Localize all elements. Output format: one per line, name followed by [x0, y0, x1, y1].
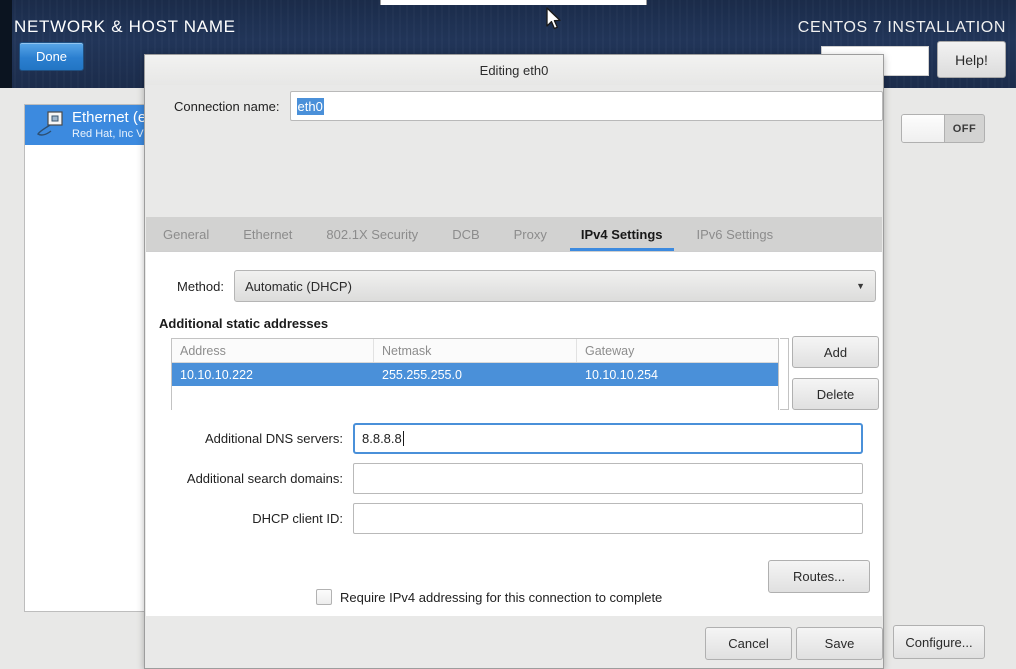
edit-connection-dialog: Editing eth0 Connection name: eth0 Gener… [144, 54, 884, 669]
tab-ipv6-settings[interactable]: IPv6 Settings [680, 217, 791, 251]
routes-button-label: Routes... [792, 569, 846, 584]
help-button-label: Help! [955, 51, 988, 68]
column-header-gateway: Gateway [585, 343, 635, 358]
chevron-down-icon: ▼ [856, 281, 865, 291]
dialog-footer: Cancel Save [145, 616, 883, 668]
connection-name-value: eth0 [296, 97, 324, 115]
tab-general[interactable]: General [146, 217, 226, 251]
cancel-button-label: Cancel [728, 636, 769, 651]
require-ipv4-checkbox-row[interactable]: Require IPv4 addressing for this connect… [316, 589, 662, 605]
dhcp-client-id-input[interactable] [353, 502, 863, 534]
column-header-netmask: Netmask [374, 339, 577, 362]
dialog-title: Editing eth0 [145, 55, 883, 85]
dns-servers-input[interactable]: 8.8.8.8 [353, 422, 863, 454]
tab-proxy-label: Proxy [513, 226, 547, 242]
delete-address-button[interactable]: Delete [792, 378, 879, 410]
search-domains-row: Additional search domains: [146, 462, 882, 494]
add-address-label: Add [823, 344, 848, 360]
dns-servers-row: Additional DNS servers: 8.8.8.8 [146, 422, 882, 454]
dns-servers-label: Additional DNS servers: [205, 430, 343, 446]
cell-gateway: 10.10.10.254 [585, 367, 658, 382]
banner-left-edge [0, 0, 12, 88]
tab-proxy[interactable]: Proxy [497, 217, 564, 251]
table-row[interactable]: 10.10.10.222 255.255.255.0 10.10.10.254 [172, 363, 778, 386]
configure-button[interactable]: Configure... [893, 625, 985, 659]
table-header-row: Address Netmask Gateway [172, 339, 778, 363]
tab-general-label: General [163, 226, 210, 242]
ipv4-settings-panel: Method: Automatic (DHCP) ▼ Additional st… [146, 251, 882, 619]
tab-dcb[interactable]: DCB [435, 217, 496, 251]
delete-address-label: Delete [816, 386, 855, 402]
dns-servers-value: 8.8.8.8 [362, 430, 402, 446]
tab-8021x-security-label: 802.1X Security [326, 226, 419, 242]
tab-ipv6-settings-label: IPv6 Settings [696, 226, 774, 242]
save-button[interactable]: Save [796, 627, 883, 660]
page-title: NETWORK & HOST NAME [14, 17, 236, 36]
ethernet-plug-icon [37, 111, 63, 136]
configure-button-label: Configure... [905, 634, 973, 650]
add-address-button[interactable]: Add [792, 336, 879, 368]
settings-tabs: General Ethernet 802.1X Security DCB Pro… [146, 217, 882, 251]
tab-ethernet-label: Ethernet [243, 226, 293, 242]
save-button-label: Save [824, 636, 855, 651]
method-value: Automatic (DHCP) [245, 278, 352, 294]
toggle-state-label: OFF [952, 122, 977, 135]
require-ipv4-checkbox[interactable] [316, 589, 332, 605]
toggle-knob [902, 115, 945, 142]
connection-name-label: Connection name: [173, 98, 280, 114]
static-addresses-table: Address Netmask Gateway 10.10.10.222 255… [171, 338, 779, 410]
done-button[interactable]: Done [19, 42, 84, 71]
table-empty-row[interactable] [172, 386, 778, 410]
search-domains-input[interactable] [353, 462, 863, 494]
background-window-edge [380, 0, 647, 5]
method-row: Method: Automatic (DHCP) ▼ [146, 270, 882, 302]
tab-ipv4-settings[interactable]: IPv4 Settings [564, 217, 680, 251]
tab-dcb-label: DCB [452, 226, 480, 242]
column-header-address: Address [172, 339, 374, 362]
dhcp-client-id-row: DHCP client ID: [146, 502, 882, 534]
connection-name-row: Connection name: eth0 [145, 87, 883, 125]
installation-title: CENTOS 7 INSTALLATION [797, 19, 1006, 36]
cancel-button[interactable]: Cancel [705, 627, 792, 660]
method-select[interactable]: Automatic (DHCP) ▼ [234, 270, 876, 302]
method-label: Method: [177, 278, 224, 294]
screen-root: NETWORK & HOST NAME CENTOS 7 INSTALLATIO… [0, 0, 1016, 669]
search-domains-label: Additional search domains: [186, 470, 343, 486]
help-button[interactable]: Help! [937, 41, 1006, 78]
static-addresses-heading: Additional static addresses [159, 316, 329, 331]
table-scrollbar[interactable] [780, 338, 789, 410]
done-button-label: Done [35, 49, 68, 64]
tab-8021x-security[interactable]: 802.1X Security [309, 217, 435, 251]
tab-ipv4-settings-label: IPv4 Settings [580, 226, 663, 242]
dhcp-client-id-label: DHCP client ID: [252, 510, 343, 526]
connection-name-input[interactable]: eth0 [289, 91, 883, 121]
device-power-toggle[interactable]: OFF [901, 114, 985, 143]
text-cursor [402, 430, 404, 446]
tab-ethernet[interactable]: Ethernet [226, 217, 309, 251]
cell-netmask: 255.255.255.0 [382, 367, 462, 382]
require-ipv4-label: Require IPv4 addressing for this connect… [340, 589, 663, 605]
routes-button[interactable]: Routes... [768, 560, 870, 593]
cell-address: 10.10.10.222 [180, 367, 253, 382]
